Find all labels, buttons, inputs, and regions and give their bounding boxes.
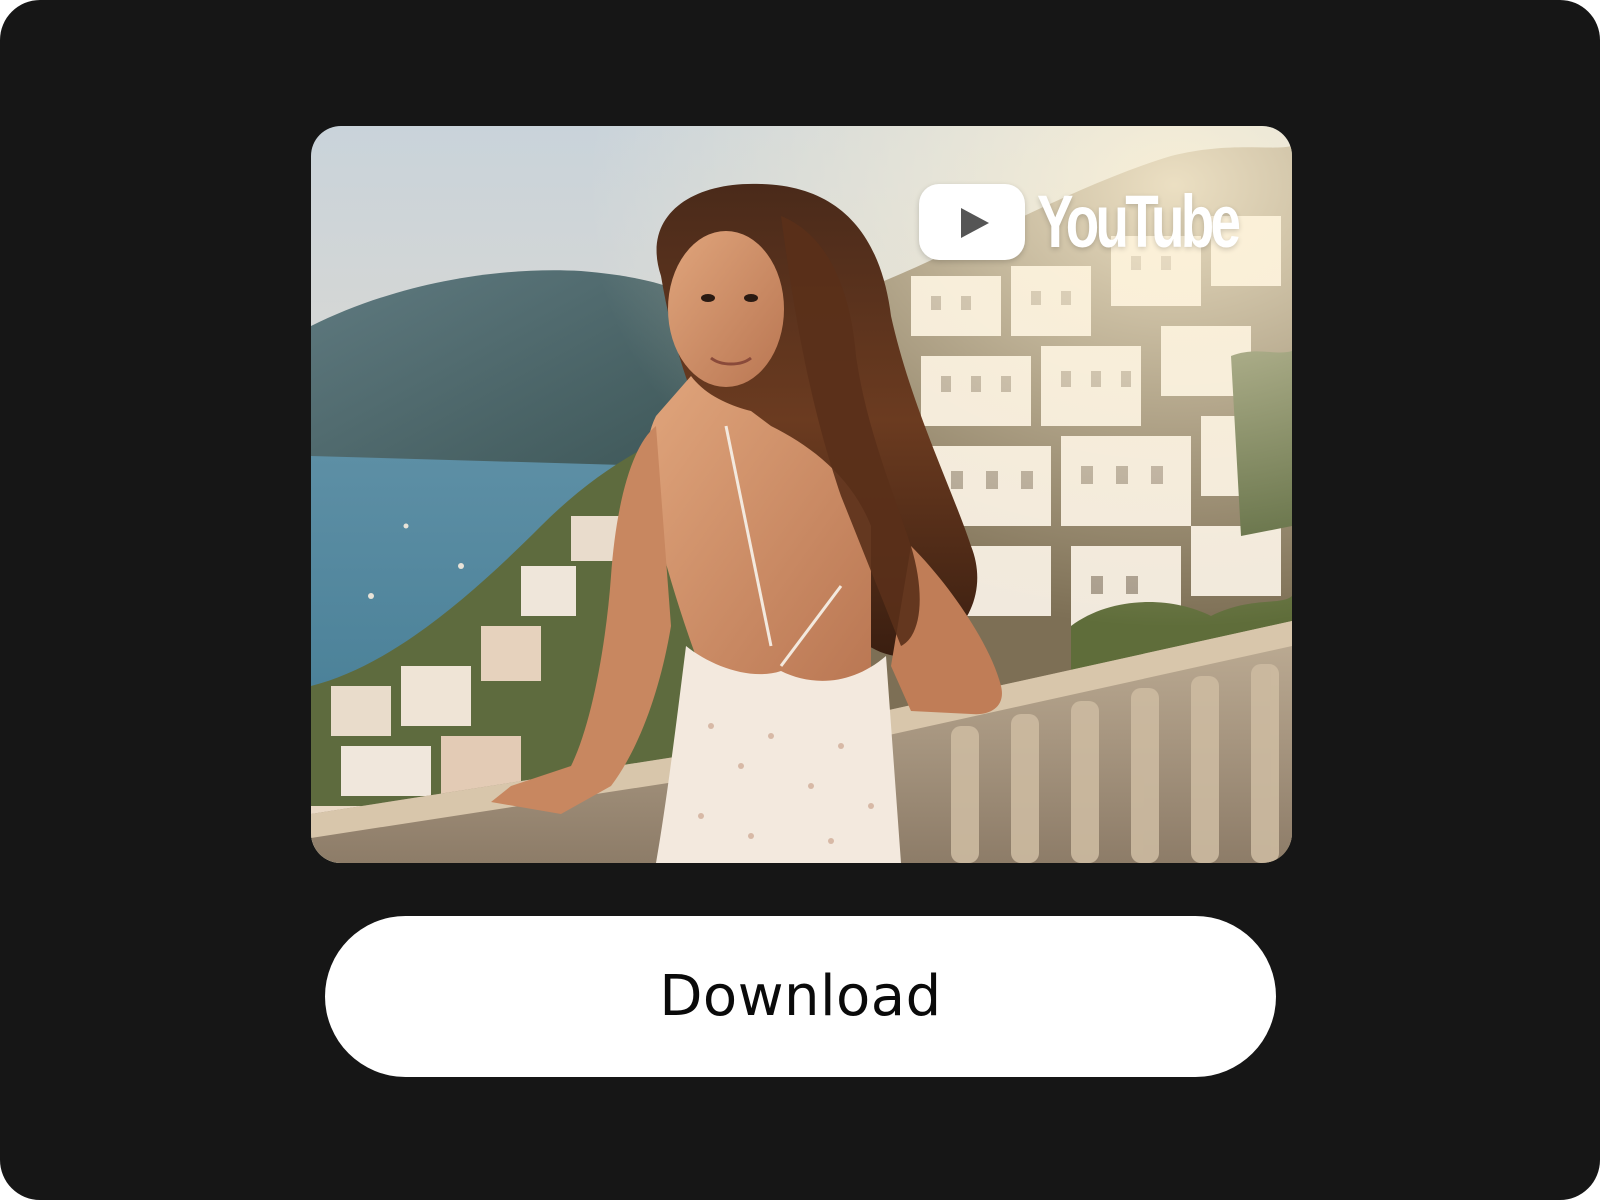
download-button[interactable]: Download — [325, 916, 1276, 1077]
download-card: YouTube Download — [0, 0, 1600, 1200]
download-button-label: Download — [659, 964, 942, 1029]
youtube-wordmark: YouTube — [1037, 180, 1241, 263]
youtube-watermark: YouTube — [919, 184, 1250, 260]
video-thumbnail: YouTube — [311, 126, 1292, 863]
youtube-play-icon — [919, 184, 1026, 260]
